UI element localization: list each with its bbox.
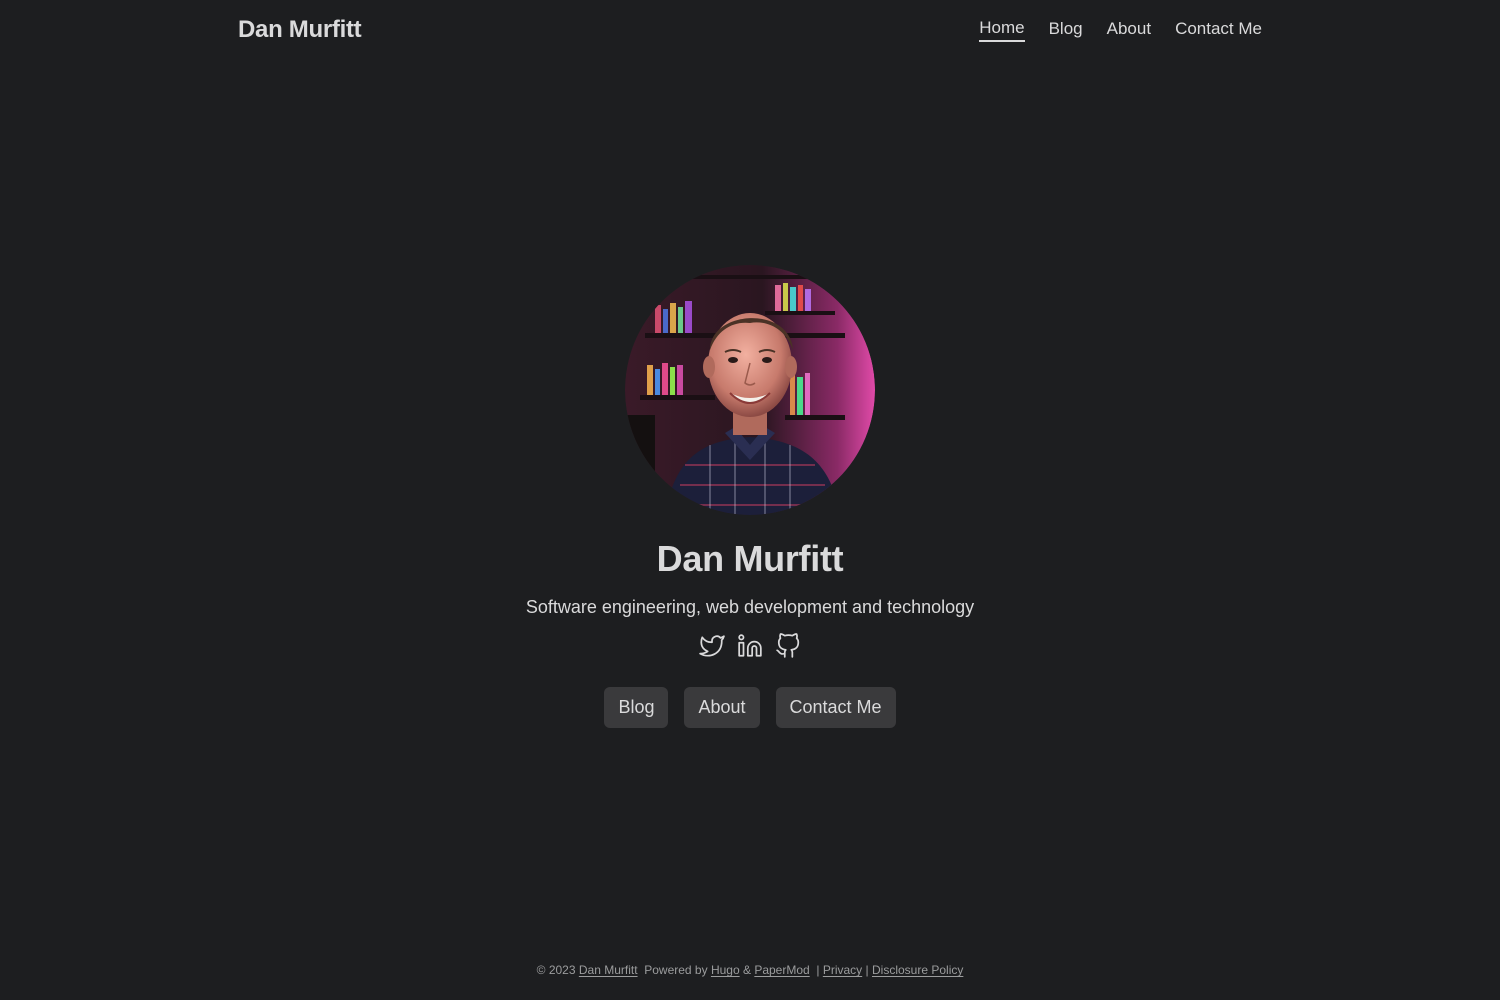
twitter-icon[interactable] — [699, 633, 725, 659]
profile-subtitle: Software engineering, web development an… — [525, 597, 975, 617]
main-nav: Home Blog About Contact Me — [979, 18, 1262, 42]
blog-button[interactable]: Blog — [604, 687, 669, 728]
footer-powered-by: Powered by — [644, 963, 708, 977]
footer-privacy-link[interactable]: Privacy — [823, 963, 862, 977]
footer-disclosure-link[interactable]: Disclosure Policy — [872, 963, 963, 977]
about-button[interactable]: About — [684, 687, 760, 728]
nav-contact[interactable]: Contact Me — [1175, 19, 1262, 41]
social-icons — [699, 633, 801, 659]
linkedin-icon[interactable] — [737, 633, 763, 659]
site-header: Dan Murfitt Home Blog About Contact Me — [238, 0, 1262, 60]
site-logo[interactable]: Dan Murfitt — [238, 16, 362, 44]
footer-separator: | — [816, 963, 820, 977]
nav-home[interactable]: Home — [979, 18, 1025, 42]
nav-blog[interactable]: Blog — [1049, 19, 1083, 41]
profile-section: Dan Murfitt Software engineering, web de… — [0, 265, 1500, 728]
footer-copyright: © 2023 — [536, 963, 576, 977]
footer-hugo-link[interactable]: Hugo — [711, 963, 740, 977]
footer-papermod-link[interactable]: PaperMod — [754, 963, 809, 977]
contact-me-button[interactable]: Contact Me — [775, 687, 896, 728]
profile-buttons: Blog About Contact Me — [604, 687, 896, 728]
footer-author-link[interactable]: Dan Murfitt — [579, 963, 638, 977]
profile-name: Dan Murfitt — [656, 538, 844, 579]
site-footer: © 2023 Dan Murfitt Powered by Hugo & Pap… — [0, 962, 1500, 978]
page: Dan Murfitt Home Blog About Contact Me D… — [0, 0, 1500, 1000]
footer-separator: | — [865, 963, 869, 977]
profile-photo — [625, 265, 875, 515]
nav-about[interactable]: About — [1107, 19, 1151, 41]
github-icon[interactable] — [775, 633, 801, 659]
footer-amp: & — [742, 963, 751, 977]
